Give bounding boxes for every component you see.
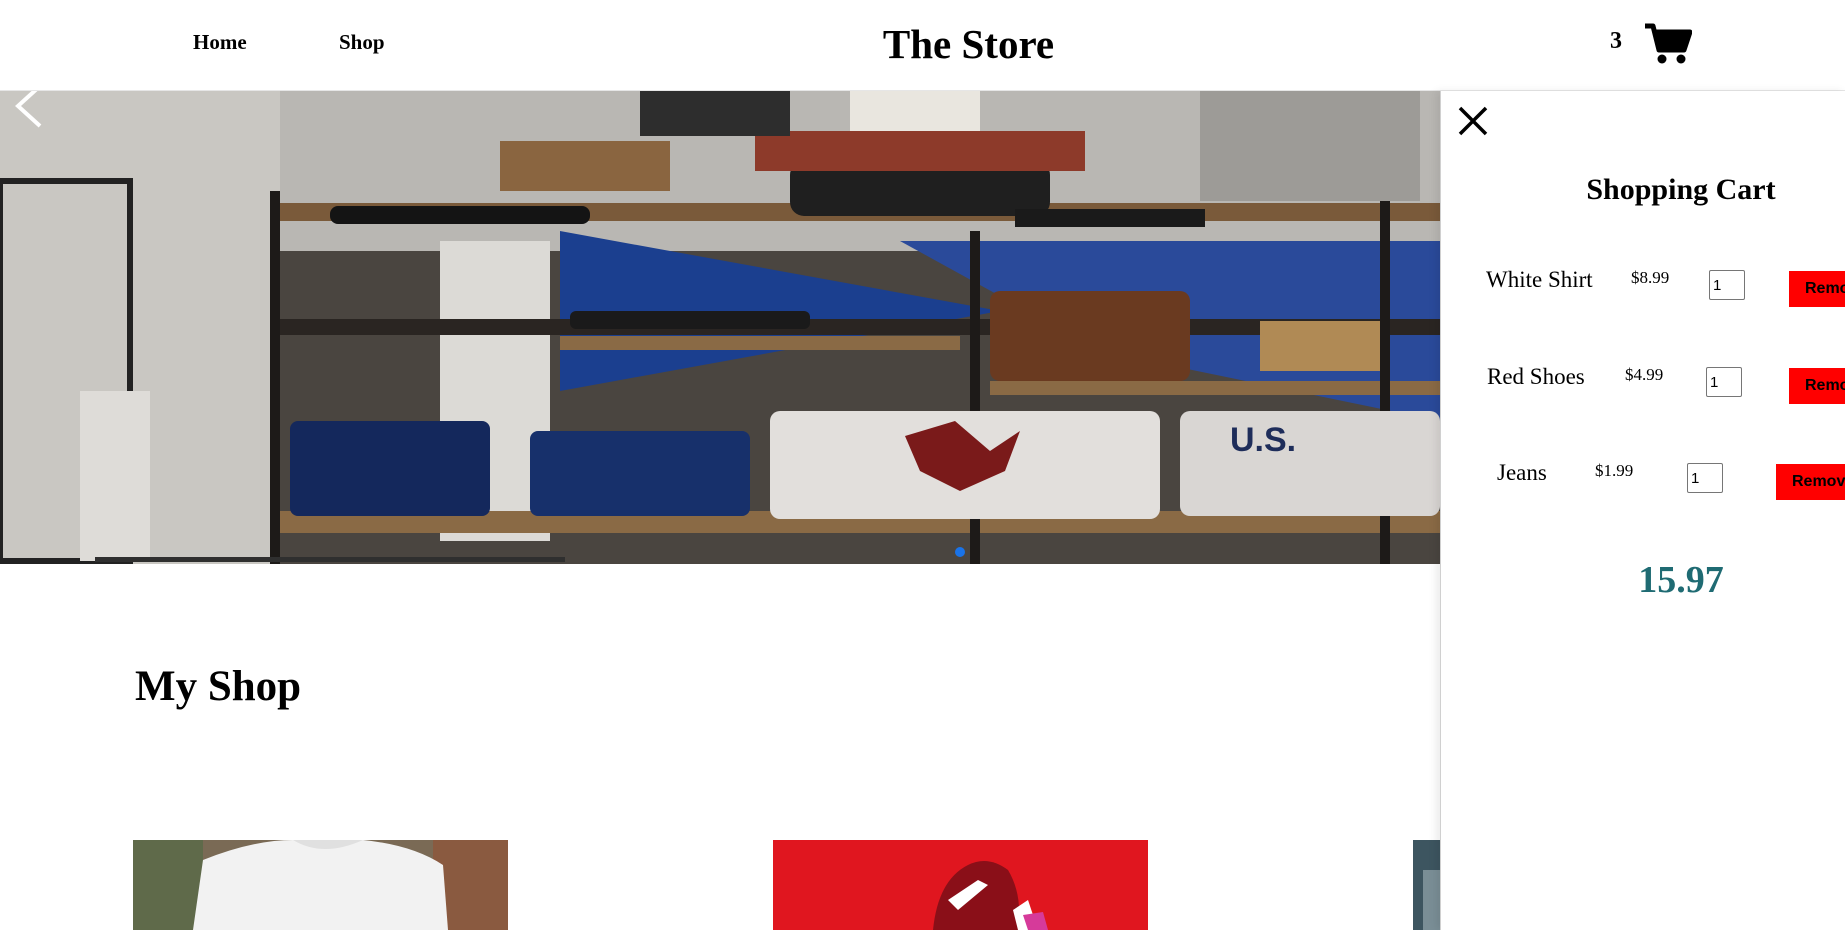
site-header: Home Shop The Store 3	[0, 0, 1845, 91]
cart-item-remove-button[interactable]: Remove	[1789, 368, 1845, 404]
carousel-indicator-active[interactable]	[955, 547, 965, 557]
cart-item-name: Red Shoes	[1487, 364, 1585, 389]
product-image-red-shoes[interactable]	[773, 840, 1148, 930]
cart-item-quantity-input[interactable]	[1706, 367, 1742, 397]
section-title: My Shop	[135, 663, 302, 710]
red-shoes-image	[773, 840, 1148, 930]
cart-item-price: $4.99	[1625, 365, 1664, 384]
cart-item-price: $8.99	[1631, 268, 1670, 287]
shopping-cart-panel: Shopping Cart White Shirt $8.99 Remove R…	[1440, 91, 1845, 930]
chevron-left-icon	[15, 91, 42, 128]
cart-item-name: Jeans	[1497, 460, 1547, 485]
product-image-white-shirt[interactable]	[133, 840, 508, 930]
close-cart-button[interactable]	[1457, 105, 1489, 137]
cart-title: Shopping Cart	[1586, 173, 1776, 206]
cart-item-quantity-input[interactable]	[1687, 463, 1723, 493]
cart-button[interactable]	[1644, 22, 1693, 66]
cart-item: White Shirt $8.99 Remove	[1441, 261, 1845, 307]
cart-item-quantity-input[interactable]	[1709, 270, 1745, 300]
cart-total: 15.97	[1638, 559, 1724, 601]
cart-count-badge: 3	[1610, 28, 1622, 54]
white-shirt-image	[133, 840, 508, 930]
svg-text:U.S.: U.S.	[1230, 421, 1296, 459]
cart-item-price: $1.99	[1595, 461, 1634, 480]
hero-carousel: U.S.	[0, 91, 1440, 564]
cart-item: Jeans $1.99 Remove	[1441, 454, 1845, 500]
jeans-image	[1413, 840, 1440, 930]
cart-item-remove-button[interactable]: Remove	[1776, 464, 1845, 500]
cart-item: Red Shoes $4.99 Remove	[1441, 358, 1845, 404]
store-shelves-image: U.S.	[0, 91, 1440, 564]
shopping-cart-icon	[1645, 23, 1693, 64]
site-title: The Store	[882, 21, 1055, 67]
cart-item-remove-button[interactable]: Remove	[1789, 271, 1845, 307]
cart-item-name: White Shirt	[1486, 267, 1593, 292]
close-icon	[1458, 106, 1488, 136]
product-image-jeans[interactable]	[1413, 840, 1440, 930]
carousel-prev-button[interactable]	[12, 91, 52, 131]
